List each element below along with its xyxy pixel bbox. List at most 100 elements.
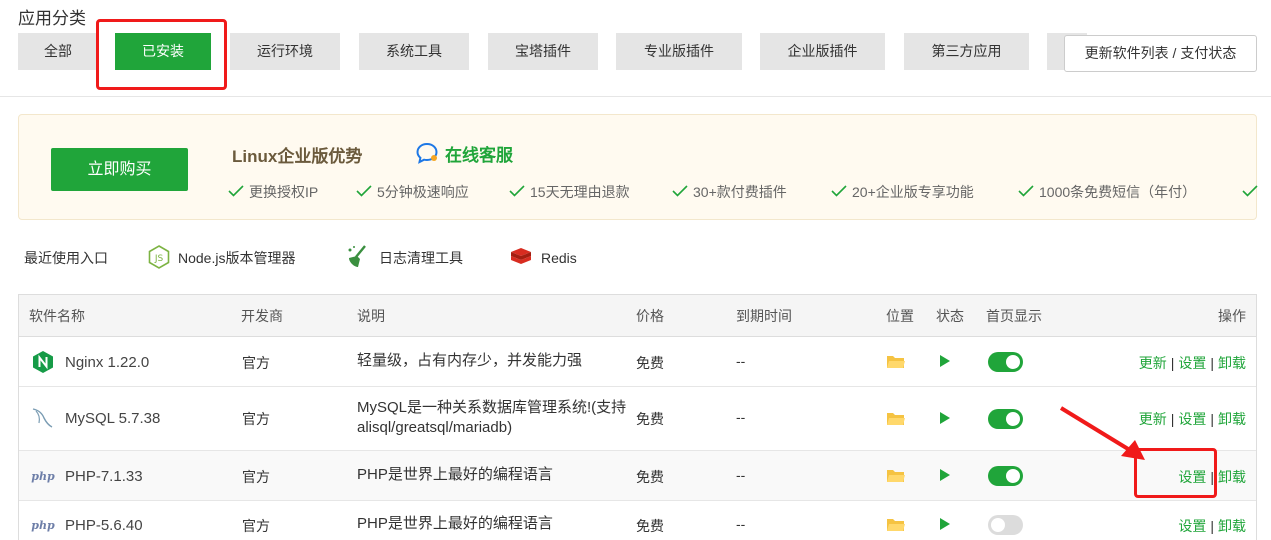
promo-title: Linux企业版优势 xyxy=(232,147,363,166)
feature-item: 20+企业版专享功能 xyxy=(831,182,974,202)
folder-icon[interactable] xyxy=(886,411,906,430)
table-row: Nginx 1.22.0 官方 轻量级，占有内存少，并发能力强 免费 -- 更新… xyxy=(19,337,1256,387)
header-actions: 操作 xyxy=(1218,308,1246,324)
tab-enterprise-plugins[interactable]: 企业版插件 xyxy=(760,33,885,70)
update-software-list-button[interactable]: 更新软件列表 / 支付状态 xyxy=(1064,35,1257,72)
feature-item: 15天无理由退款 xyxy=(509,182,630,202)
folder-icon[interactable] xyxy=(886,517,906,536)
price: 免费 xyxy=(636,411,664,427)
description: MySQL是一种关系数据库管理系统!(支持alisql/greatsql/mar… xyxy=(357,399,627,436)
feature-item: 30+款付费插件 xyxy=(672,182,787,202)
tab-bt-plugins[interactable]: 宝塔插件 xyxy=(488,33,598,70)
expiry: -- xyxy=(736,467,746,483)
homepage-toggle[interactable] xyxy=(988,515,1023,535)
folder-icon[interactable] xyxy=(886,468,906,487)
expiry: -- xyxy=(736,516,746,532)
header-description: 说明 xyxy=(357,308,385,324)
uninstall-link[interactable]: 卸载 xyxy=(1218,518,1246,534)
redis-icon xyxy=(509,246,533,271)
developer: 官方 xyxy=(242,355,270,371)
customer-service-link[interactable]: 在线客服 xyxy=(414,141,513,165)
nginx-icon xyxy=(31,350,55,374)
price: 免费 xyxy=(636,469,664,485)
section-title: 应用分类 xyxy=(18,9,86,28)
enterprise-promo-banner: 立即购买 Linux企业版优势 在线客服 更换授权IP 5分钟极速响应 15天无… xyxy=(18,114,1258,220)
check-icon xyxy=(831,184,847,200)
uninstall-link[interactable]: 卸载 xyxy=(1218,411,1246,427)
software-name[interactable]: Nginx 1.22.0 xyxy=(31,350,149,374)
row-actions: 更新 | 设置 | 卸载 xyxy=(1138,355,1246,371)
settings-link[interactable]: 设置 xyxy=(1178,411,1206,427)
play-icon[interactable] xyxy=(939,411,951,428)
row-actions: 设置 | 卸载 xyxy=(1178,469,1246,485)
row-actions: 设置 | 卸载 xyxy=(1178,518,1246,534)
header-developer: 开发商 xyxy=(241,308,283,324)
folder-icon[interactable] xyxy=(886,354,906,373)
php-icon: php xyxy=(31,469,55,483)
tab-pro-plugins[interactable]: 专业版插件 xyxy=(616,33,742,70)
recent-item-nodejs[interactable]: JS Node.js版本管理器 xyxy=(148,244,295,272)
developer: 官方 xyxy=(242,411,270,427)
developer: 官方 xyxy=(242,518,270,534)
tab-runtime[interactable]: 运行环境 xyxy=(230,33,340,70)
check-icon xyxy=(228,184,244,200)
homepage-toggle[interactable] xyxy=(988,466,1023,486)
uninstall-link[interactable]: 卸载 xyxy=(1218,469,1246,485)
homepage-toggle[interactable] xyxy=(988,409,1023,429)
check-icon xyxy=(672,184,688,200)
tab-installed[interactable]: 已安装 xyxy=(115,33,211,70)
header-status: 状态 xyxy=(936,308,964,324)
description: PHP是世界上最好的编程语言 xyxy=(357,466,553,483)
customer-service-label: 在线客服 xyxy=(445,145,513,165)
broom-icon xyxy=(345,244,371,273)
software-store-page: 应用分类 全部 已安装 运行环境 系统工具 宝塔插件 专业版插件 企业版插件 第… xyxy=(0,0,1271,540)
feature-item: 5分钟极速响应 xyxy=(356,182,469,202)
play-icon[interactable] xyxy=(939,517,951,534)
header-location: 位置 xyxy=(886,308,914,324)
software-name[interactable]: php PHP-7.1.33 xyxy=(31,464,142,488)
php-icon: php xyxy=(31,518,55,532)
red-arrow-annotation xyxy=(1059,406,1145,460)
table-row: php PHP-5.6.40 官方 PHP是世界上最好的编程语言 免费 -- 设… xyxy=(19,501,1256,540)
tab-system-tools[interactable]: 系统工具 xyxy=(359,33,469,70)
feature-item: 更换授权IP xyxy=(228,182,318,202)
feature-item: 1000条免费短信（年付） xyxy=(1018,182,1196,202)
settings-link[interactable]: 设置 xyxy=(1178,518,1206,534)
header-name: 软件名称 xyxy=(29,308,85,324)
description: 轻量级，占有内存少，并发能力强 xyxy=(357,352,583,369)
header-expiry: 到期时间 xyxy=(736,308,792,324)
expiry: -- xyxy=(736,409,746,425)
homepage-toggle[interactable] xyxy=(988,352,1023,372)
table-header: 软件名称 开发商 说明 价格 到期时间 位置 状态 首页显示 操作 xyxy=(19,295,1256,337)
play-icon[interactable] xyxy=(939,468,951,485)
software-name[interactable]: MySQL 5.7.38 xyxy=(31,406,160,430)
chat-bubble-icon xyxy=(416,142,438,164)
expiry: -- xyxy=(736,353,746,369)
developer: 官方 xyxy=(242,469,270,485)
recent-item-redis[interactable]: Redis xyxy=(509,244,577,272)
price: 免费 xyxy=(636,355,664,371)
mysql-icon xyxy=(31,406,55,430)
recent-label: 最近使用入口 xyxy=(24,250,108,266)
check-icon xyxy=(1242,184,1258,200)
header-homepage: 首页显示 xyxy=(986,308,1042,324)
check-icon xyxy=(1018,184,1034,200)
description: PHP是世界上最好的编程语言 xyxy=(357,515,553,532)
recent-item-log-cleaner[interactable]: 日志清理工具 xyxy=(345,244,463,272)
software-name[interactable]: php PHP-5.6.40 xyxy=(31,513,142,537)
buy-now-button[interactable]: 立即购买 xyxy=(51,148,188,191)
uninstall-link[interactable]: 卸载 xyxy=(1218,355,1246,371)
check-icon xyxy=(356,184,372,200)
divider xyxy=(0,96,1271,97)
tab-third-party[interactable]: 第三方应用 xyxy=(904,33,1029,70)
settings-link[interactable]: 设置 xyxy=(1178,355,1206,371)
check-icon xyxy=(509,184,525,200)
settings-link[interactable]: 设置 xyxy=(1178,469,1206,485)
svg-text:JS: JS xyxy=(154,254,164,264)
price: 免费 xyxy=(636,518,664,534)
tab-all[interactable]: 全部 xyxy=(18,33,98,70)
update-link[interactable]: 更新 xyxy=(1139,355,1167,371)
play-icon[interactable] xyxy=(939,354,951,371)
header-price: 价格 xyxy=(636,308,664,324)
feature-item-overflow xyxy=(1242,182,1263,202)
